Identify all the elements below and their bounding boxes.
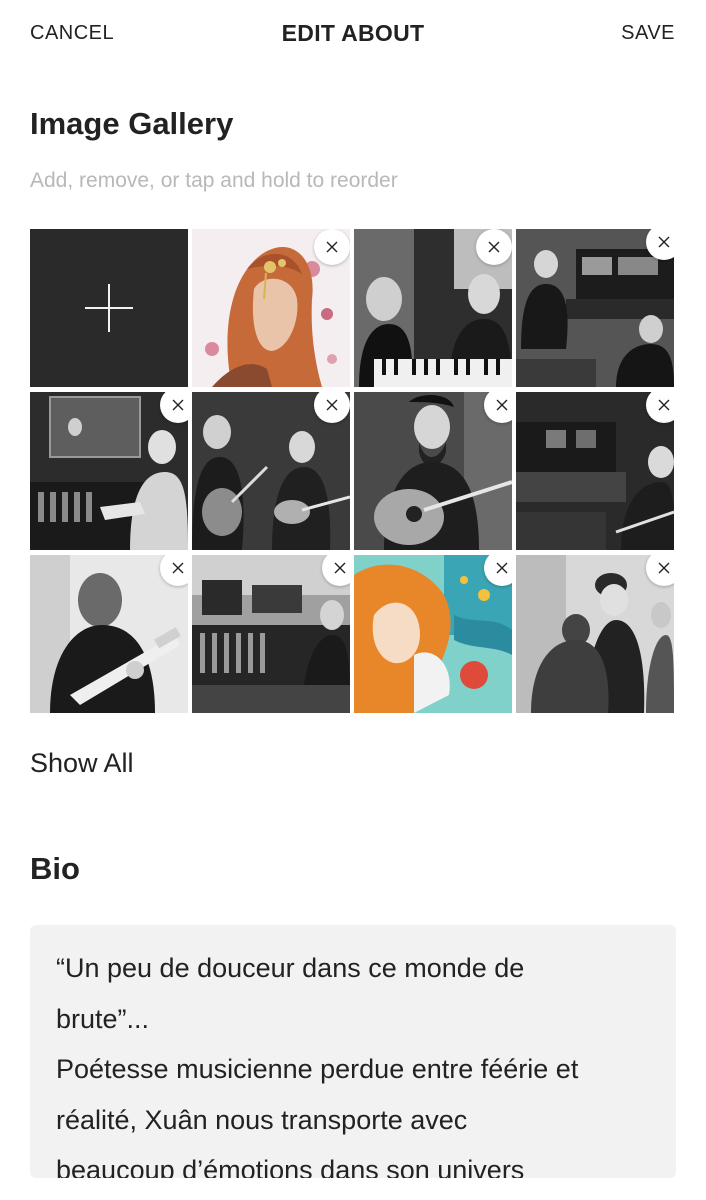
- close-icon: [658, 562, 670, 574]
- gallery-photo[interactable]: [192, 392, 350, 550]
- gallery-photo[interactable]: [30, 392, 188, 550]
- bio-line: “Un peu de douceur dans ce monde de: [56, 953, 525, 983]
- bio-heading: Bio: [30, 851, 80, 886]
- close-icon: [172, 399, 184, 411]
- cancel-button[interactable]: CANCEL: [30, 22, 114, 45]
- image-gallery-grid: [30, 229, 676, 713]
- close-icon: [658, 236, 670, 248]
- bio-line: réalité, Xuân nous transporte avec: [56, 1104, 468, 1135]
- close-icon: [326, 241, 338, 253]
- remove-photo-button[interactable]: [476, 229, 512, 265]
- gallery-photo[interactable]: [192, 555, 350, 713]
- gallery-hint: Add, remove, or tap and hold to reorder: [30, 169, 398, 192]
- gallery-photo[interactable]: [354, 555, 512, 713]
- bio-line: brute”...: [56, 1003, 150, 1034]
- show-all-link[interactable]: Show All: [30, 748, 134, 779]
- close-icon: [658, 399, 670, 411]
- close-icon: [172, 562, 184, 574]
- gallery-photo[interactable]: [354, 392, 512, 550]
- save-button[interactable]: SAVE: [621, 22, 675, 45]
- remove-photo-button[interactable]: [314, 229, 350, 265]
- gallery-photo[interactable]: [516, 392, 674, 550]
- bio-line: beaucoup d’émotions dans son univers: [56, 1155, 525, 1178]
- gallery-photo[interactable]: [192, 229, 350, 387]
- top-bar: CANCEL EDIT ABOUT SAVE: [0, 0, 706, 70]
- close-icon: [496, 399, 508, 411]
- gallery-photo[interactable]: [354, 229, 512, 387]
- close-icon: [334, 562, 346, 574]
- add-photo-button[interactable]: [30, 229, 188, 387]
- bio-line: Poétesse musicienne perdue entre féérie …: [56, 1054, 579, 1084]
- close-icon: [496, 562, 508, 574]
- close-icon: [326, 399, 338, 411]
- gallery-photo[interactable]: [516, 229, 674, 387]
- gallery-photo[interactable]: [516, 555, 674, 713]
- gallery-photo[interactable]: [30, 555, 188, 713]
- close-icon: [488, 241, 500, 253]
- bio-textarea[interactable]: “Un peu de douceur dans ce monde de brut…: [30, 925, 676, 1178]
- image-gallery-heading: Image Gallery: [30, 106, 234, 141]
